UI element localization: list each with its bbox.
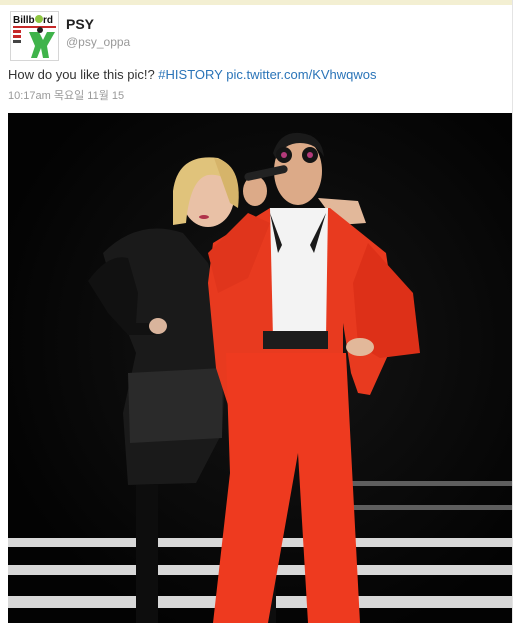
tweet-timestamp[interactable]: 10:17am 목요일 11월 15 xyxy=(8,87,124,103)
author-handle[interactable]: @psy_oppa xyxy=(66,35,130,49)
author-name[interactable]: PSY xyxy=(66,16,94,32)
tweet-card: Billb rd PSY @psy_oppa How do you like t… xyxy=(0,5,513,623)
billboard-avatar-icon: Billb rd xyxy=(11,12,58,60)
tweet-photo[interactable] xyxy=(8,113,513,623)
svg-text:Billb: Billb xyxy=(13,15,35,26)
pic-link[interactable]: pic.twitter.com/KVhwqwos xyxy=(226,67,376,82)
avatar[interactable]: Billb rd xyxy=(10,11,59,61)
hashtag-link[interactable]: #HISTORY xyxy=(158,67,222,82)
svg-text:rd: rd xyxy=(43,15,53,26)
tweet-body: How do you like this pic!? xyxy=(8,67,159,82)
tweet-text: How do you like this pic!? #HISTORY pic.… xyxy=(8,67,377,82)
concert-photo-icon xyxy=(8,113,513,623)
